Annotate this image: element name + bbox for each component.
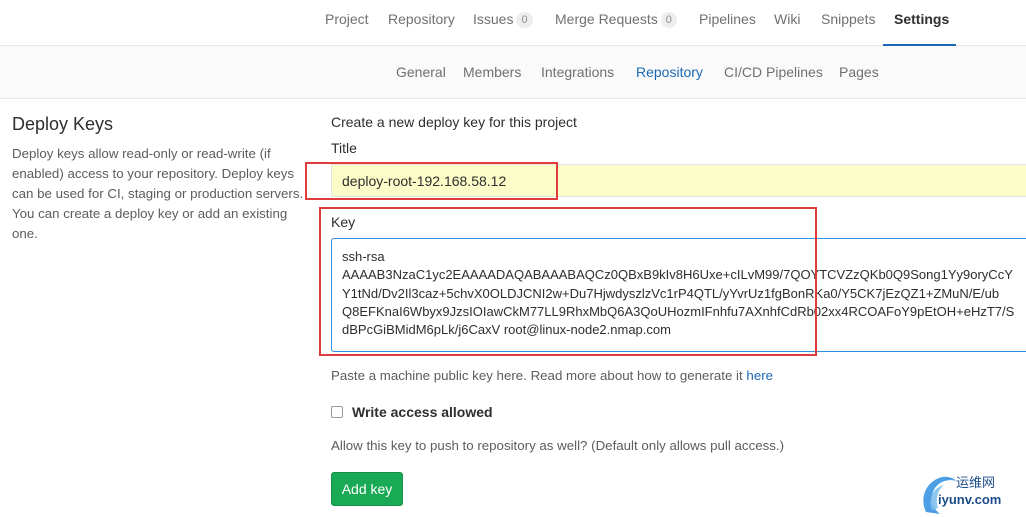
tab-merge-requests-label: Merge Requests bbox=[555, 11, 658, 27]
subtab-repository[interactable]: Repository bbox=[636, 46, 703, 99]
issues-count-badge: 0 bbox=[516, 12, 533, 28]
write-access-checkbox[interactable] bbox=[331, 406, 343, 418]
key-label: Key bbox=[331, 214, 356, 230]
section-description: Deploy keys allow read-only or read-writ… bbox=[12, 146, 304, 241]
tab-settings[interactable]: Settings bbox=[883, 0, 956, 46]
tab-issues-label: Issues bbox=[473, 11, 514, 27]
key-help-link[interactable]: here bbox=[746, 368, 773, 383]
subtab-general[interactable]: General bbox=[396, 46, 446, 99]
title-label: Title bbox=[331, 140, 357, 156]
title-input[interactable]: deploy-root-192.168.58.12 bbox=[331, 164, 1026, 197]
write-access-label[interactable]: Write access allowed bbox=[352, 404, 493, 420]
key-line: AAAAB3NzaC1yc2EAAAADAQABAAABAQCz0QBxB9kI… bbox=[342, 267, 1013, 283]
section-title: Deploy Keys bbox=[12, 114, 114, 134]
subtab-integrations[interactable]: Integrations bbox=[541, 46, 614, 99]
subtab-pages[interactable]: Pages bbox=[839, 46, 879, 99]
tab-pipelines[interactable]: Pipelines bbox=[699, 0, 756, 46]
key-help-text: Paste a machine public key here. Read mo… bbox=[331, 368, 773, 383]
key-line: ssh-rsa bbox=[342, 249, 385, 264]
watermark-url-text: iyunv.com bbox=[938, 492, 1002, 507]
top-nav: Project Repository Issues 0 Merge Request… bbox=[0, 0, 1026, 46]
key-line: dBPcGiBMidM6pLk/j6CaxV root@linux-node2.… bbox=[342, 322, 671, 338]
form-heading: Create a new deploy key for this project bbox=[331, 114, 577, 130]
sub-nav: General Members Integrations Repository … bbox=[0, 46, 1026, 99]
tab-merge-requests[interactable]: Merge Requests 0 bbox=[555, 0, 677, 46]
tab-project[interactable]: Project bbox=[325, 0, 369, 46]
merge-requests-count-badge: 0 bbox=[660, 12, 677, 28]
tab-issues[interactable]: Issues 0 bbox=[473, 0, 533, 46]
tab-wiki[interactable]: Wiki bbox=[774, 0, 800, 46]
tab-repository[interactable]: Repository bbox=[388, 0, 455, 46]
watermark-cn-text: 运维网 bbox=[956, 476, 996, 491]
key-textarea[interactable]: ssh-rsa AAAAB3NzaC1yc2EAAAADAQABAAABAQCz… bbox=[331, 238, 1026, 352]
key-line: Q8EFKnaI6Wbyx9JzsIOIawCkM77LL9RhxMbQ6A3Q… bbox=[342, 303, 1015, 319]
subtab-members[interactable]: Members bbox=[463, 46, 521, 99]
write-access-row[interactable]: Write access allowed bbox=[331, 403, 493, 421]
subtab-ci-cd-pipelines[interactable]: CI/CD Pipelines bbox=[724, 46, 823, 99]
key-line: Y1tNd/Dv2Il3caz+5chvX0OLDJCNI2w+Du7Hjwdy… bbox=[342, 285, 1000, 301]
key-help-label: Paste a machine public key here. Read mo… bbox=[331, 368, 743, 383]
add-key-button[interactable]: Add key bbox=[331, 472, 403, 506]
write-access-help: Allow this key to push to repository as … bbox=[331, 438, 785, 453]
tab-snippets[interactable]: Snippets bbox=[821, 0, 875, 46]
